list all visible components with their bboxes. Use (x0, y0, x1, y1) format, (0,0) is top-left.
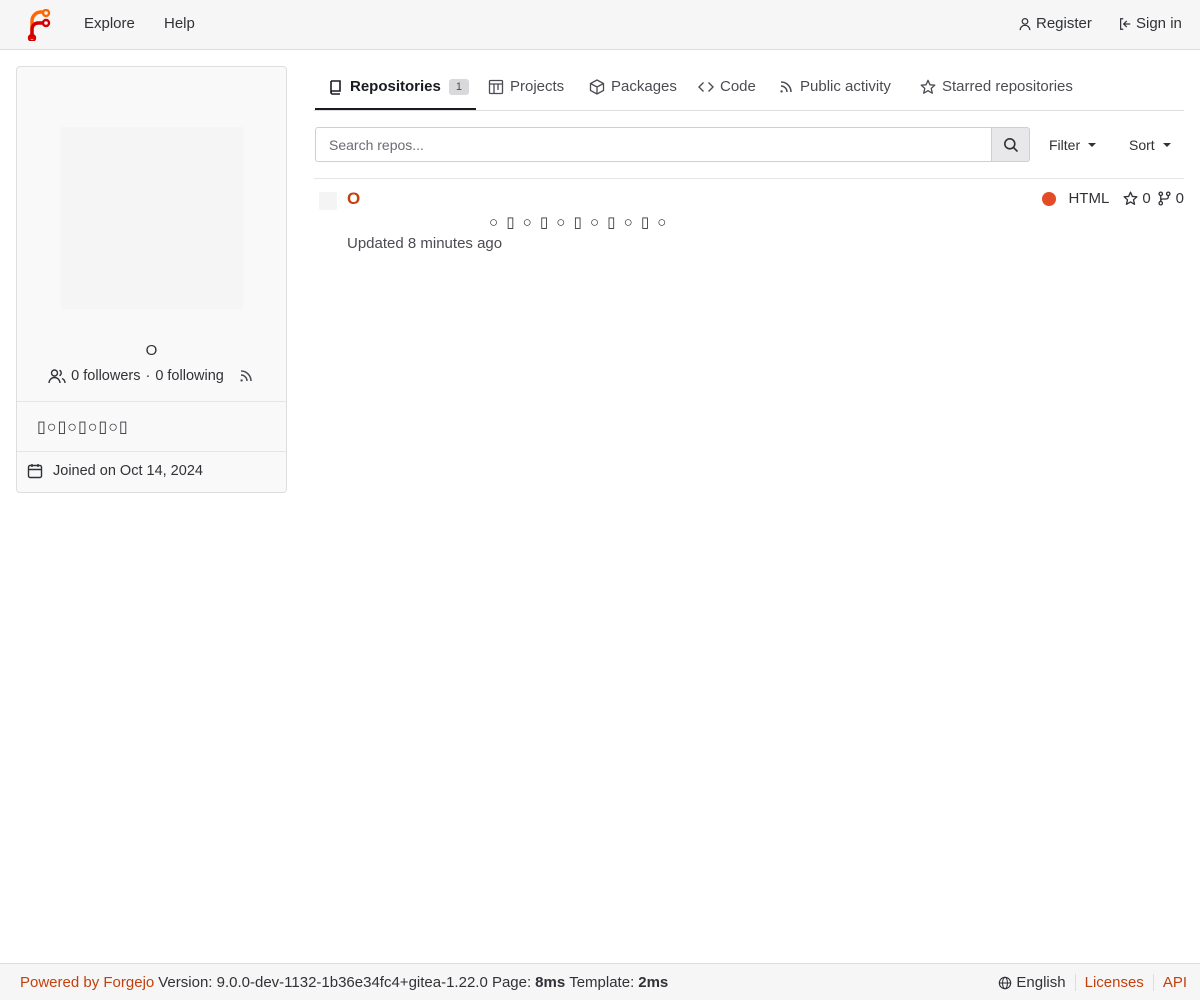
repo-name-link[interactable]: O (347, 189, 360, 209)
nav-explore-link[interactable]: Explore (84, 15, 135, 32)
fork-icon (1158, 191, 1171, 206)
tab-repositories-label: Repositories (350, 78, 441, 95)
repo-language: HTML (1068, 190, 1110, 207)
active-tab-indicator (315, 108, 476, 110)
card-divider (17, 401, 286, 402)
nav-help-link[interactable]: Help (164, 15, 195, 32)
card-divider (17, 451, 286, 452)
sort-dropdown[interactable]: Sort (1129, 137, 1171, 153)
tab-code[interactable]: Code (698, 78, 756, 95)
tab-repositories[interactable]: Repositories 1 (328, 78, 469, 95)
tab-public-activity[interactable]: Public activity (778, 78, 891, 95)
profile-tabs: Repositories 1 Projects Packages Code Pu… (314, 70, 1184, 111)
template-label: Template: (569, 974, 635, 991)
profile-name: O (145, 342, 158, 359)
language-color-dot (1042, 191, 1057, 206)
filter-dropdown[interactable]: Filter (1049, 137, 1097, 153)
search-icon (1003, 137, 1018, 152)
page-footer: Powered by Forgejo Version: 9.0.0-dev-11… (0, 963, 1200, 1000)
tab-public-activity-label: Public activity (800, 78, 891, 95)
rss-icon (780, 80, 792, 93)
tab-starred-label: Starred repositories (942, 78, 1073, 95)
filter-label: Filter (1049, 137, 1081, 153)
people-icon (48, 369, 66, 384)
repo-forks-count: 0 (1175, 190, 1184, 207)
joined-date: Joined on Oct 14, 2024 (53, 463, 203, 479)
language-label: English (1016, 974, 1066, 991)
repo-count-badge: 1 (448, 78, 469, 95)
caret-down-icon (1088, 143, 1097, 147)
follow-separator: · (145, 368, 151, 384)
sign-in-icon (1120, 17, 1131, 30)
api-link[interactable]: API (1154, 974, 1187, 991)
footer-info: Powered by Forgejo Version: 9.0.0-dev-11… (20, 974, 668, 991)
caret-down-icon (1162, 143, 1171, 147)
following-link[interactable]: 0 following (155, 368, 224, 384)
rss-feed-icon[interactable] (237, 368, 255, 384)
tab-projects[interactable]: Projects (488, 78, 564, 95)
repo-avatar (319, 192, 337, 210)
follow-stats: 0 followers · 0 following (17, 368, 286, 384)
avatar (61, 127, 243, 309)
search-button[interactable] (991, 127, 1030, 162)
tab-starred-repositories[interactable]: Starred repositories (920, 78, 1073, 95)
repo-stars-link[interactable]: 0 (1123, 190, 1151, 207)
sort-label: Sort (1129, 137, 1155, 153)
person-icon (1019, 17, 1031, 30)
globe-icon (999, 976, 1012, 989)
page-time: 8ms (535, 974, 566, 991)
joined-row: Joined on Oct 14, 2024 (27, 463, 203, 479)
list-divider (314, 178, 1184, 179)
top-navbar: Explore Help Register Sign in (0, 0, 1200, 50)
profile-bio: ▯○▯○▯○▯○▯ (37, 419, 129, 436)
package-icon (589, 78, 605, 95)
powered-by-link[interactable]: Powered by Forgejo (20, 974, 154, 991)
tab-packages-label: Packages (611, 78, 677, 95)
repo-stars-count: 0 (1142, 190, 1151, 207)
repo-search-input[interactable] (315, 127, 992, 162)
calendar-icon (27, 464, 43, 479)
language-selector[interactable]: English (998, 974, 1076, 991)
star-icon (920, 79, 936, 94)
repo-forks-link[interactable]: 0 (1157, 190, 1184, 207)
template-time: 2ms (638, 974, 669, 991)
forgejo-logo-icon[interactable] (25, 8, 51, 43)
tab-code-label: Code (720, 78, 756, 95)
repo-meta: HTML 0 0 (1042, 190, 1184, 207)
repo-icon (330, 79, 341, 95)
code-icon (698, 81, 714, 92)
project-icon (488, 79, 504, 94)
signin-label: Sign in (1136, 15, 1182, 32)
footer-links: English Licenses API (998, 974, 1187, 991)
version-text: Version: 9.0.0-dev-1132-1b36e34fc4+gitea… (158, 974, 532, 991)
register-link[interactable]: Register (1018, 15, 1092, 32)
register-label: Register (1036, 15, 1092, 32)
profile-card: O 0 followers · 0 following ▯○▯○▯○▯○▯ Jo… (16, 66, 287, 493)
signin-link[interactable]: Sign in (1118, 15, 1182, 32)
tab-packages[interactable]: Packages (589, 78, 677, 95)
repo-updated: Updated 8 minutes ago (347, 235, 503, 252)
tab-projects-label: Projects (510, 78, 565, 95)
repo-description: ○ ▯ ○ ▯ ○ ▯ ○ ▯ ○ ▯ ○ (489, 214, 669, 231)
star-icon (1123, 191, 1138, 205)
followers-link[interactable]: 0 followers (71, 368, 140, 384)
licenses-link[interactable]: Licenses (1076, 974, 1154, 991)
